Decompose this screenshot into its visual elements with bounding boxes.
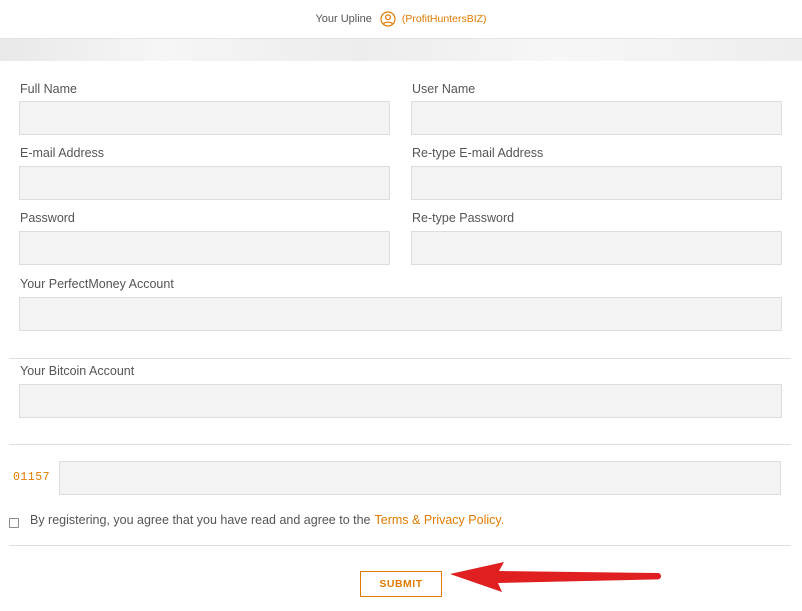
email-label: E-mail Address bbox=[20, 146, 105, 160]
user-name-input[interactable] bbox=[411, 101, 782, 135]
password-confirm-input[interactable] bbox=[411, 231, 782, 265]
user-name-label: User Name bbox=[412, 82, 476, 96]
perfectmoney-input[interactable] bbox=[19, 297, 782, 331]
submit-button[interactable]: SUBMIT bbox=[360, 571, 442, 597]
bitcoin-label: Your Bitcoin Account bbox=[20, 364, 135, 378]
password-input[interactable] bbox=[19, 231, 390, 265]
password-confirm-label: Re-type Password bbox=[412, 211, 515, 225]
divider bbox=[9, 545, 791, 546]
red-arrow-annotation bbox=[450, 562, 661, 592]
email-confirm-input[interactable] bbox=[411, 166, 782, 200]
divider bbox=[9, 358, 791, 359]
bitcoin-input[interactable] bbox=[19, 384, 782, 418]
upline-label: Your Upline bbox=[315, 13, 372, 25]
captcha-code: 01157 bbox=[13, 471, 51, 484]
terms-privacy-link[interactable]: Terms & Privacy Policy. bbox=[375, 513, 505, 527]
captcha-input[interactable] bbox=[59, 461, 781, 495]
email-confirm-label: Re-type E-mail Address bbox=[412, 146, 544, 160]
agreement-text: By registering, you agree that you have … bbox=[30, 513, 371, 527]
full-name-label: Full Name bbox=[20, 82, 77, 96]
user-circle-icon bbox=[380, 11, 396, 27]
agreement-row: By registering, you agree that you have … bbox=[9, 512, 504, 528]
agree-checkbox[interactable] bbox=[9, 518, 19, 528]
upline-username: (ProfitHuntersBIZ) bbox=[401, 13, 487, 25]
password-label: Password bbox=[20, 211, 75, 225]
full-name-input[interactable] bbox=[19, 101, 390, 135]
perfectmoney-label: Your PerfectMoney Account bbox=[20, 277, 174, 291]
divider bbox=[9, 444, 791, 445]
registration-page: Your Upline (ProfitHuntersBIZ) Full Name… bbox=[0, 0, 802, 611]
email-input[interactable] bbox=[19, 166, 390, 200]
header-band bbox=[0, 38, 802, 61]
upline-bar: Your Upline (ProfitHuntersBIZ) bbox=[0, 0, 802, 38]
